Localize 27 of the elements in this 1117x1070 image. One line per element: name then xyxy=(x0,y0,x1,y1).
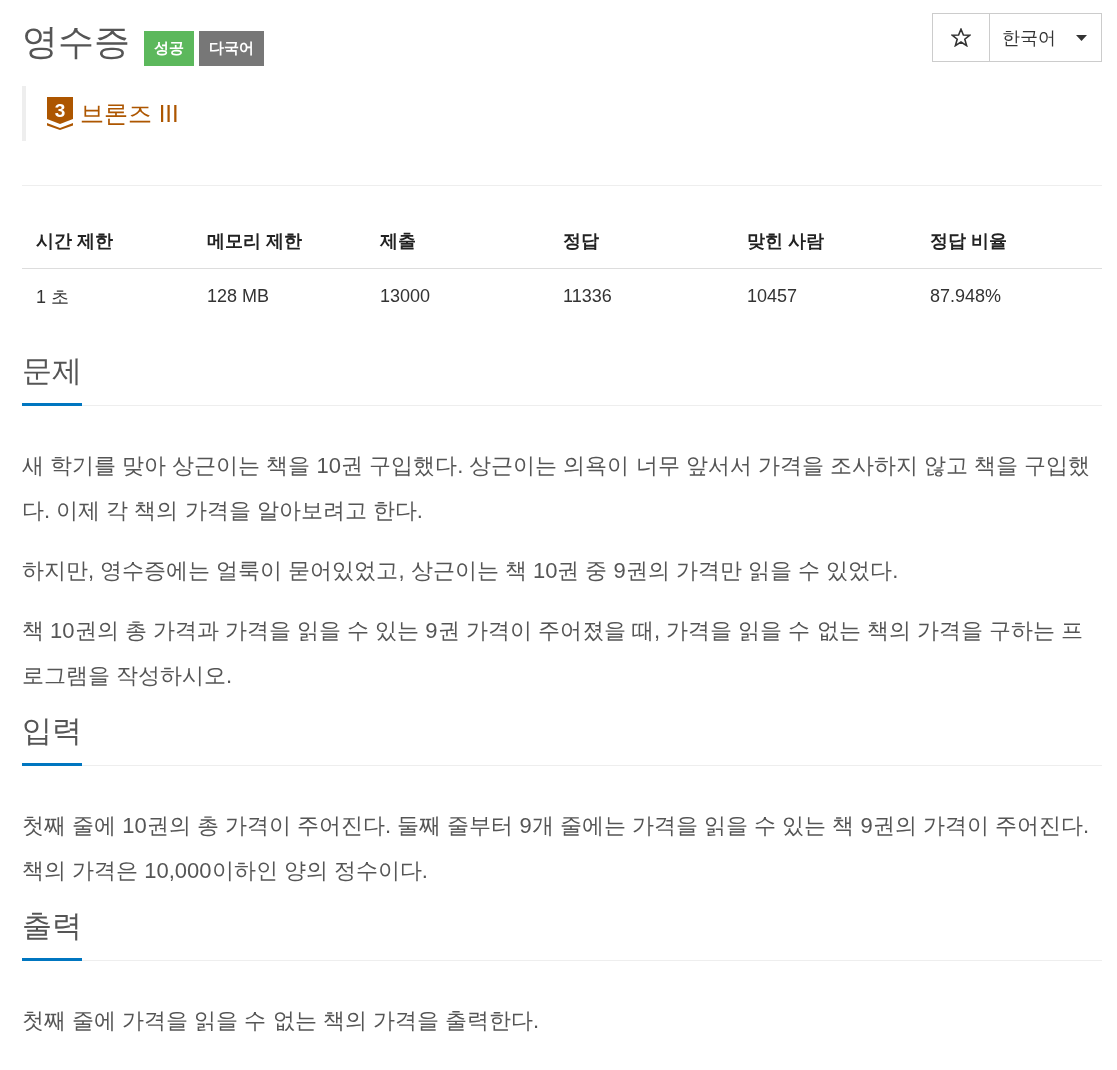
problem-title: 영수증 xyxy=(22,20,130,63)
table-cell-text: 11336 xyxy=(562,286,612,307)
column-header: 시간 제한 xyxy=(35,230,113,253)
table-cell-text: 10457 xyxy=(746,286,798,307)
table-cell-text: 1 초 xyxy=(35,285,69,309)
column-header: 제출 xyxy=(379,230,416,253)
caret-icon xyxy=(1076,34,1087,41)
section-heading: 입력 xyxy=(22,713,82,766)
column-header: 정답 비율 xyxy=(929,230,1007,253)
table-cell-text: 87.948% xyxy=(929,286,1002,307)
paragraph: 첫째 줄에 10권의 총 가격이 주어진다. 둘째 줄부터 9개 줄에는 가격을 읽을 수 있는 책 9권의 가격이 주어진다. 책의 가격은 10,000이하인 양의 정수이다. xyxy=(22,812,1091,885)
section-heading: 문제 xyxy=(22,353,82,406)
table-cell-text: 128 MB xyxy=(206,286,270,307)
tier-name[interactable]: 브론즈 III xyxy=(80,98,179,129)
column-header: 정답 xyxy=(562,230,599,253)
status-label: 성공 xyxy=(144,31,194,66)
favorite-button[interactable] xyxy=(932,13,990,62)
status-label: 다국어 xyxy=(199,31,264,66)
paragraph: 책 10권의 총 가격과 가격을 읽을 수 있는 9권 가격이 주어졌을 때, 가격을 읽을 수 없는 책의 가격을 구하는 프로그램을 작성하시오. xyxy=(22,617,1084,690)
column-header: 메모리 제한 xyxy=(206,230,302,253)
column-header: 맞힌 사람 xyxy=(746,230,824,253)
paragraph: 하지만, 영수증에는 얼룩이 묻어있었고, 상근이는 책 10권 중 9권의 가격만 읽을 수 있었다. xyxy=(22,557,900,585)
paragraph: 새 학기를 맞아 상근이는 책을 10권 구입했다. 상근이는 의욕이 너무 앞서서 가격을 조사하지 않고 책을 구입했다. 이제 각 책의 가격을 알아보려고 한다. xyxy=(22,452,1092,525)
language-dropdown[interactable]: 한국어 xyxy=(990,13,1102,62)
table-cell-text: 13000 xyxy=(379,286,431,307)
paragraph: 첫째 줄에 가격을 읽을 수 없는 책의 가격을 출력한다. xyxy=(22,1007,540,1035)
section-heading: 출력 xyxy=(22,908,82,961)
